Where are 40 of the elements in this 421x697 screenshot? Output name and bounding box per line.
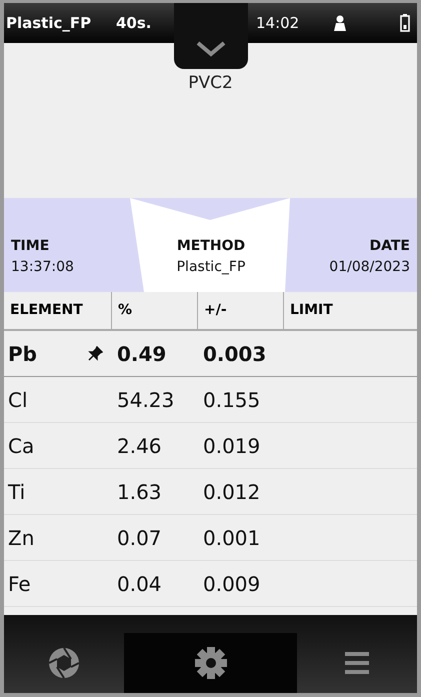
error-cell-text: 0.019 [202,432,262,460]
settings-icon [194,646,228,680]
percent-cell-text: 0.04 [116,570,163,598]
aperture-icon [47,646,81,680]
user-icon [334,15,346,31]
method-label: METHOD [176,237,246,256]
column-header: +/- [197,292,283,329]
percent-cell-text: 1.63 [116,478,163,506]
date-value: 01/08/2023 [329,258,410,277]
error-cell-text: 0.001 [202,524,262,552]
time-label: TIME [11,237,50,256]
percent-cell-text: 0.49 [116,340,168,368]
battery-icon [400,14,410,32]
clock-label: 14:02 [256,12,300,34]
column-header: LIMIT [283,292,417,329]
method-value: Plastic_FP [176,258,246,277]
expand-button[interactable] [174,3,248,69]
percent-cell-text: 0.07 [116,524,163,552]
element-cell-text: Zn [8,524,34,552]
sample-name: PVC2 [188,72,233,95]
settings-button[interactable] [124,633,297,693]
method-label: Plastic_FP [5,12,92,34]
percent-cell-text: 54.23 [116,386,176,414]
menu-icon [345,652,369,674]
column-header: ELEMENT [9,301,84,320]
chevron-down-icon [196,41,226,57]
element-cell-text: Cl [8,386,28,414]
percent-cell-text: 2.46 [116,432,163,460]
element-cell-text: Pb [8,340,37,368]
error-cell-text: 0.012 [202,478,262,506]
error-cell-text: 0.003 [202,340,268,368]
element-cell-text: Ca [8,432,34,460]
date-label: DATE [370,237,410,256]
time-value: 13:37:08 [11,258,75,277]
element-cell-text: Fe [8,570,31,598]
error-cell-text: 0.009 [202,570,262,598]
duration-label: 40s. [115,12,153,34]
column-header: % [111,292,197,329]
error-cell-text: 0.155 [202,386,262,414]
element-cell-text: Ti [8,478,26,506]
